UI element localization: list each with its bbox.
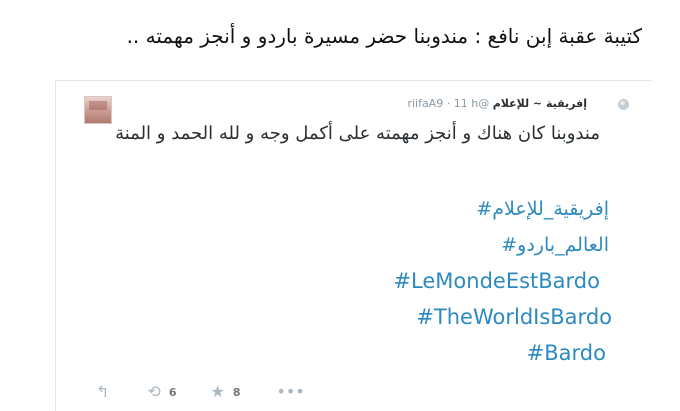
star-icon: ★	[210, 382, 225, 401]
more-icon: •••	[276, 382, 305, 401]
time-separator: ·	[446, 97, 451, 110]
tweet-card: إفريقية ~ للإعلام @riifaA9 · 11 h مندوبن…	[55, 80, 652, 411]
hashtag-link[interactable]: #العالم_باردو	[116, 227, 612, 263]
retweet-button[interactable]: ⟲ 6	[147, 384, 176, 400]
tweet-header: إفريقية ~ للإعلام @riifaA9 · 11 h	[116, 97, 587, 115]
tweet-text: مندوبنا كان هناك و أنجز مهمته على أكمل و…	[115, 123, 600, 144]
favorite-count: 8	[232, 385, 241, 399]
favorite-button[interactable]: ★ 8	[210, 384, 240, 400]
hashtag-link[interactable]: #إفريقية_للإعلام	[116, 191, 612, 227]
hashtag-link[interactable]: #TheWorldIsBardo	[116, 299, 612, 335]
hashtag-link[interactable]: #LeMondeEstBardo	[116, 263, 612, 299]
reply-icon: ↰	[96, 382, 110, 401]
retweet-icon: ⟲	[147, 382, 161, 401]
reply-button[interactable]: ↰	[96, 384, 109, 400]
tweet-timestamp[interactable]: 11 h	[454, 97, 478, 110]
more-button[interactable]: •••	[276, 384, 304, 400]
tweet-actions: ↰ ⟲ 6 ★ 8 •••	[96, 382, 305, 402]
hashtag-list: #إفريقية_للإعلام #العالم_باردو #LeMondeE…	[116, 191, 612, 371]
page-caption: كتيبة عقبة إبن نافع : مندوبنا حضر مسيرة …	[126, 24, 642, 48]
globe-icon[interactable]	[618, 99, 629, 110]
hashtag-link[interactable]: #Bardo	[116, 335, 612, 371]
retweet-count: 6	[168, 385, 177, 399]
author-name[interactable]: إفريقية ~ للإعلام	[493, 97, 587, 110]
